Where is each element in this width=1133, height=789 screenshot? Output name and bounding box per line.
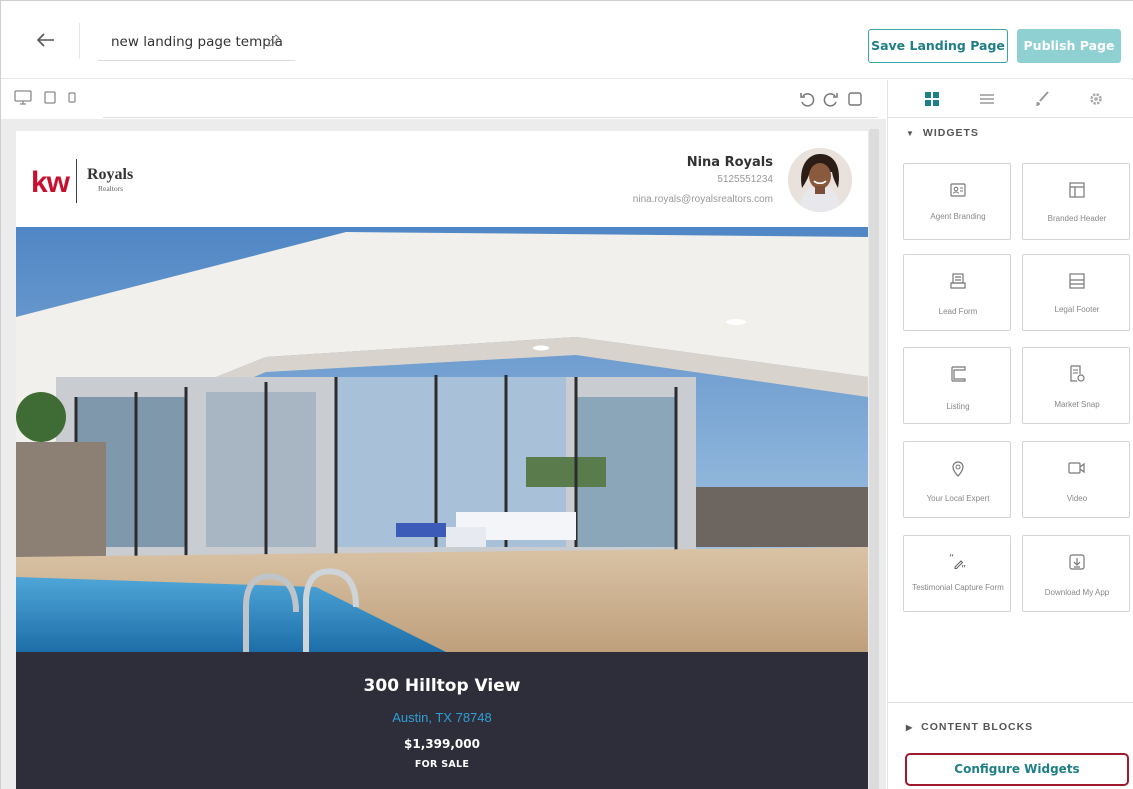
widget-label: Lead Form	[938, 307, 978, 316]
agent-email: nina.royals@royalsrealtors.com	[632, 194, 773, 205]
listing-info-block[interactable]: 300 Hilltop View Austin, TX 78748 $1,399…	[16, 652, 868, 789]
widget-tile-listing[interactable]: Listing	[903, 347, 1011, 424]
tablet-view-icon[interactable]	[43, 90, 57, 106]
widget-label: Testimonial Capture Form	[912, 583, 1004, 592]
widget-tile-video[interactable]: Video	[1022, 441, 1130, 518]
video-camera-icon	[1068, 462, 1085, 474]
canvas-scrollbar[interactable]	[869, 129, 879, 789]
widget-label: Listing	[946, 402, 970, 411]
preview-frame-icon[interactable]	[846, 90, 864, 108]
office-name: Royals	[87, 166, 134, 183]
save-landing-page-button[interactable]: Save Landing Page	[868, 29, 1008, 63]
device-toolbar	[1, 80, 886, 118]
footer-layout-icon	[1069, 273, 1085, 289]
widgets-heading: WIDGETS	[922, 127, 979, 139]
download-box-icon	[1069, 554, 1085, 570]
kw-logo: kw	[31, 166, 70, 199]
widget-tile-download-my-app[interactable]: Download My App	[1022, 535, 1130, 612]
listing-hero-image	[16, 227, 868, 652]
layers-list-icon[interactable]	[978, 90, 996, 108]
widget-label: Branded Header	[1047, 214, 1107, 223]
toolbar-divider	[103, 117, 878, 118]
logo-divider	[76, 159, 77, 203]
widgets-panel: ▼ WIDGETS Agent Branding Branded Header L…	[887, 80, 1133, 789]
page-name-field[interactable]: new landing page templa	[98, 23, 295, 61]
redo-icon[interactable]	[822, 90, 840, 108]
widget-label: Market Snap	[1054, 400, 1100, 409]
widgets-section-toggle[interactable]: ▼ WIDGETS	[906, 127, 979, 139]
panel-tabs	[888, 80, 1133, 118]
widget-tile-testimonial-capture-form[interactable]: “” Testimonial Capture Form	[903, 535, 1011, 612]
widget-label: Download My App	[1044, 588, 1110, 597]
office-subtitle: Realtors	[98, 184, 123, 193]
widgets-grid-icon[interactable]	[923, 90, 941, 108]
agent-avatar	[788, 148, 852, 212]
mobile-view-icon[interactable]	[67, 90, 77, 106]
landing-page-preview: kw Royals Realtors Nina Royals 512555123…	[16, 131, 868, 789]
paint-brush-icon[interactable]	[1033, 90, 1051, 108]
location-pin-icon	[952, 461, 964, 477]
agent-name: Nina Royals	[686, 155, 773, 170]
desktop-view-icon[interactable]	[14, 90, 32, 106]
widget-tile-agent-branding[interactable]: Agent Branding	[903, 163, 1011, 240]
quote-pen-icon: “”	[949, 553, 966, 572]
widget-label: Your Local Expert	[926, 494, 990, 503]
widget-tile-market-snap[interactable]: Market Snap	[1022, 347, 1130, 424]
settings-gear-icon[interactable]	[1087, 90, 1105, 108]
divider	[79, 23, 80, 59]
branded-header[interactable]: kw Royals Realtors Nina Royals 512555123…	[16, 131, 868, 227]
widget-tile-lead-form[interactable]: Lead Form	[903, 254, 1011, 331]
configure-widgets-button[interactable]: Configure Widgets	[905, 753, 1129, 786]
listing-status: FOR SALE	[414, 759, 470, 770]
listing-address: 300 Hilltop View	[363, 676, 521, 696]
app-window: new landing page templa Save Landing Pag…	[0, 0, 1133, 789]
svg-text:”: ”	[961, 564, 966, 572]
page-name-text: new landing page templa	[111, 33, 283, 50]
back-arrow-icon[interactable]	[31, 29, 61, 59]
listing-frame-icon	[951, 366, 966, 382]
widget-tile-branded-header[interactable]: Branded Header	[1022, 163, 1130, 240]
publish-page-button[interactable]: Publish Page	[1017, 29, 1121, 63]
content-blocks-section-toggle[interactable]: ▶ CONTENT BLOCKS	[906, 721, 1033, 733]
agent-card-icon	[950, 183, 966, 197]
listing-city: Austin, TX 78748	[392, 710, 492, 725]
agent-phone: 5125551234	[717, 174, 773, 185]
widget-tile-your-local-expert[interactable]: Your Local Expert	[903, 441, 1011, 518]
form-tray-icon	[950, 273, 966, 289]
undo-icon[interactable]	[798, 90, 816, 108]
listing-price: $1,399,000	[404, 737, 480, 751]
caret-right-icon: ▶	[906, 723, 914, 732]
content-blocks-heading: CONTENT BLOCKS	[921, 721, 1034, 733]
document-pin-icon	[1070, 365, 1085, 382]
widget-label: Agent Branding	[930, 212, 986, 221]
header-layout-icon	[1069, 182, 1085, 198]
top-bar: new landing page templa Save Landing Pag…	[1, 1, 1133, 79]
widget-label: Video	[1066, 494, 1088, 503]
widget-tile-legal-footer[interactable]: Legal Footer	[1022, 254, 1130, 331]
pencil-edit-icon[interactable]	[265, 33, 281, 49]
caret-down-icon: ▼	[906, 129, 915, 138]
panel-divider	[888, 702, 1133, 703]
svg-text:“: “	[949, 553, 954, 564]
widget-label: Legal Footer	[1054, 305, 1100, 314]
